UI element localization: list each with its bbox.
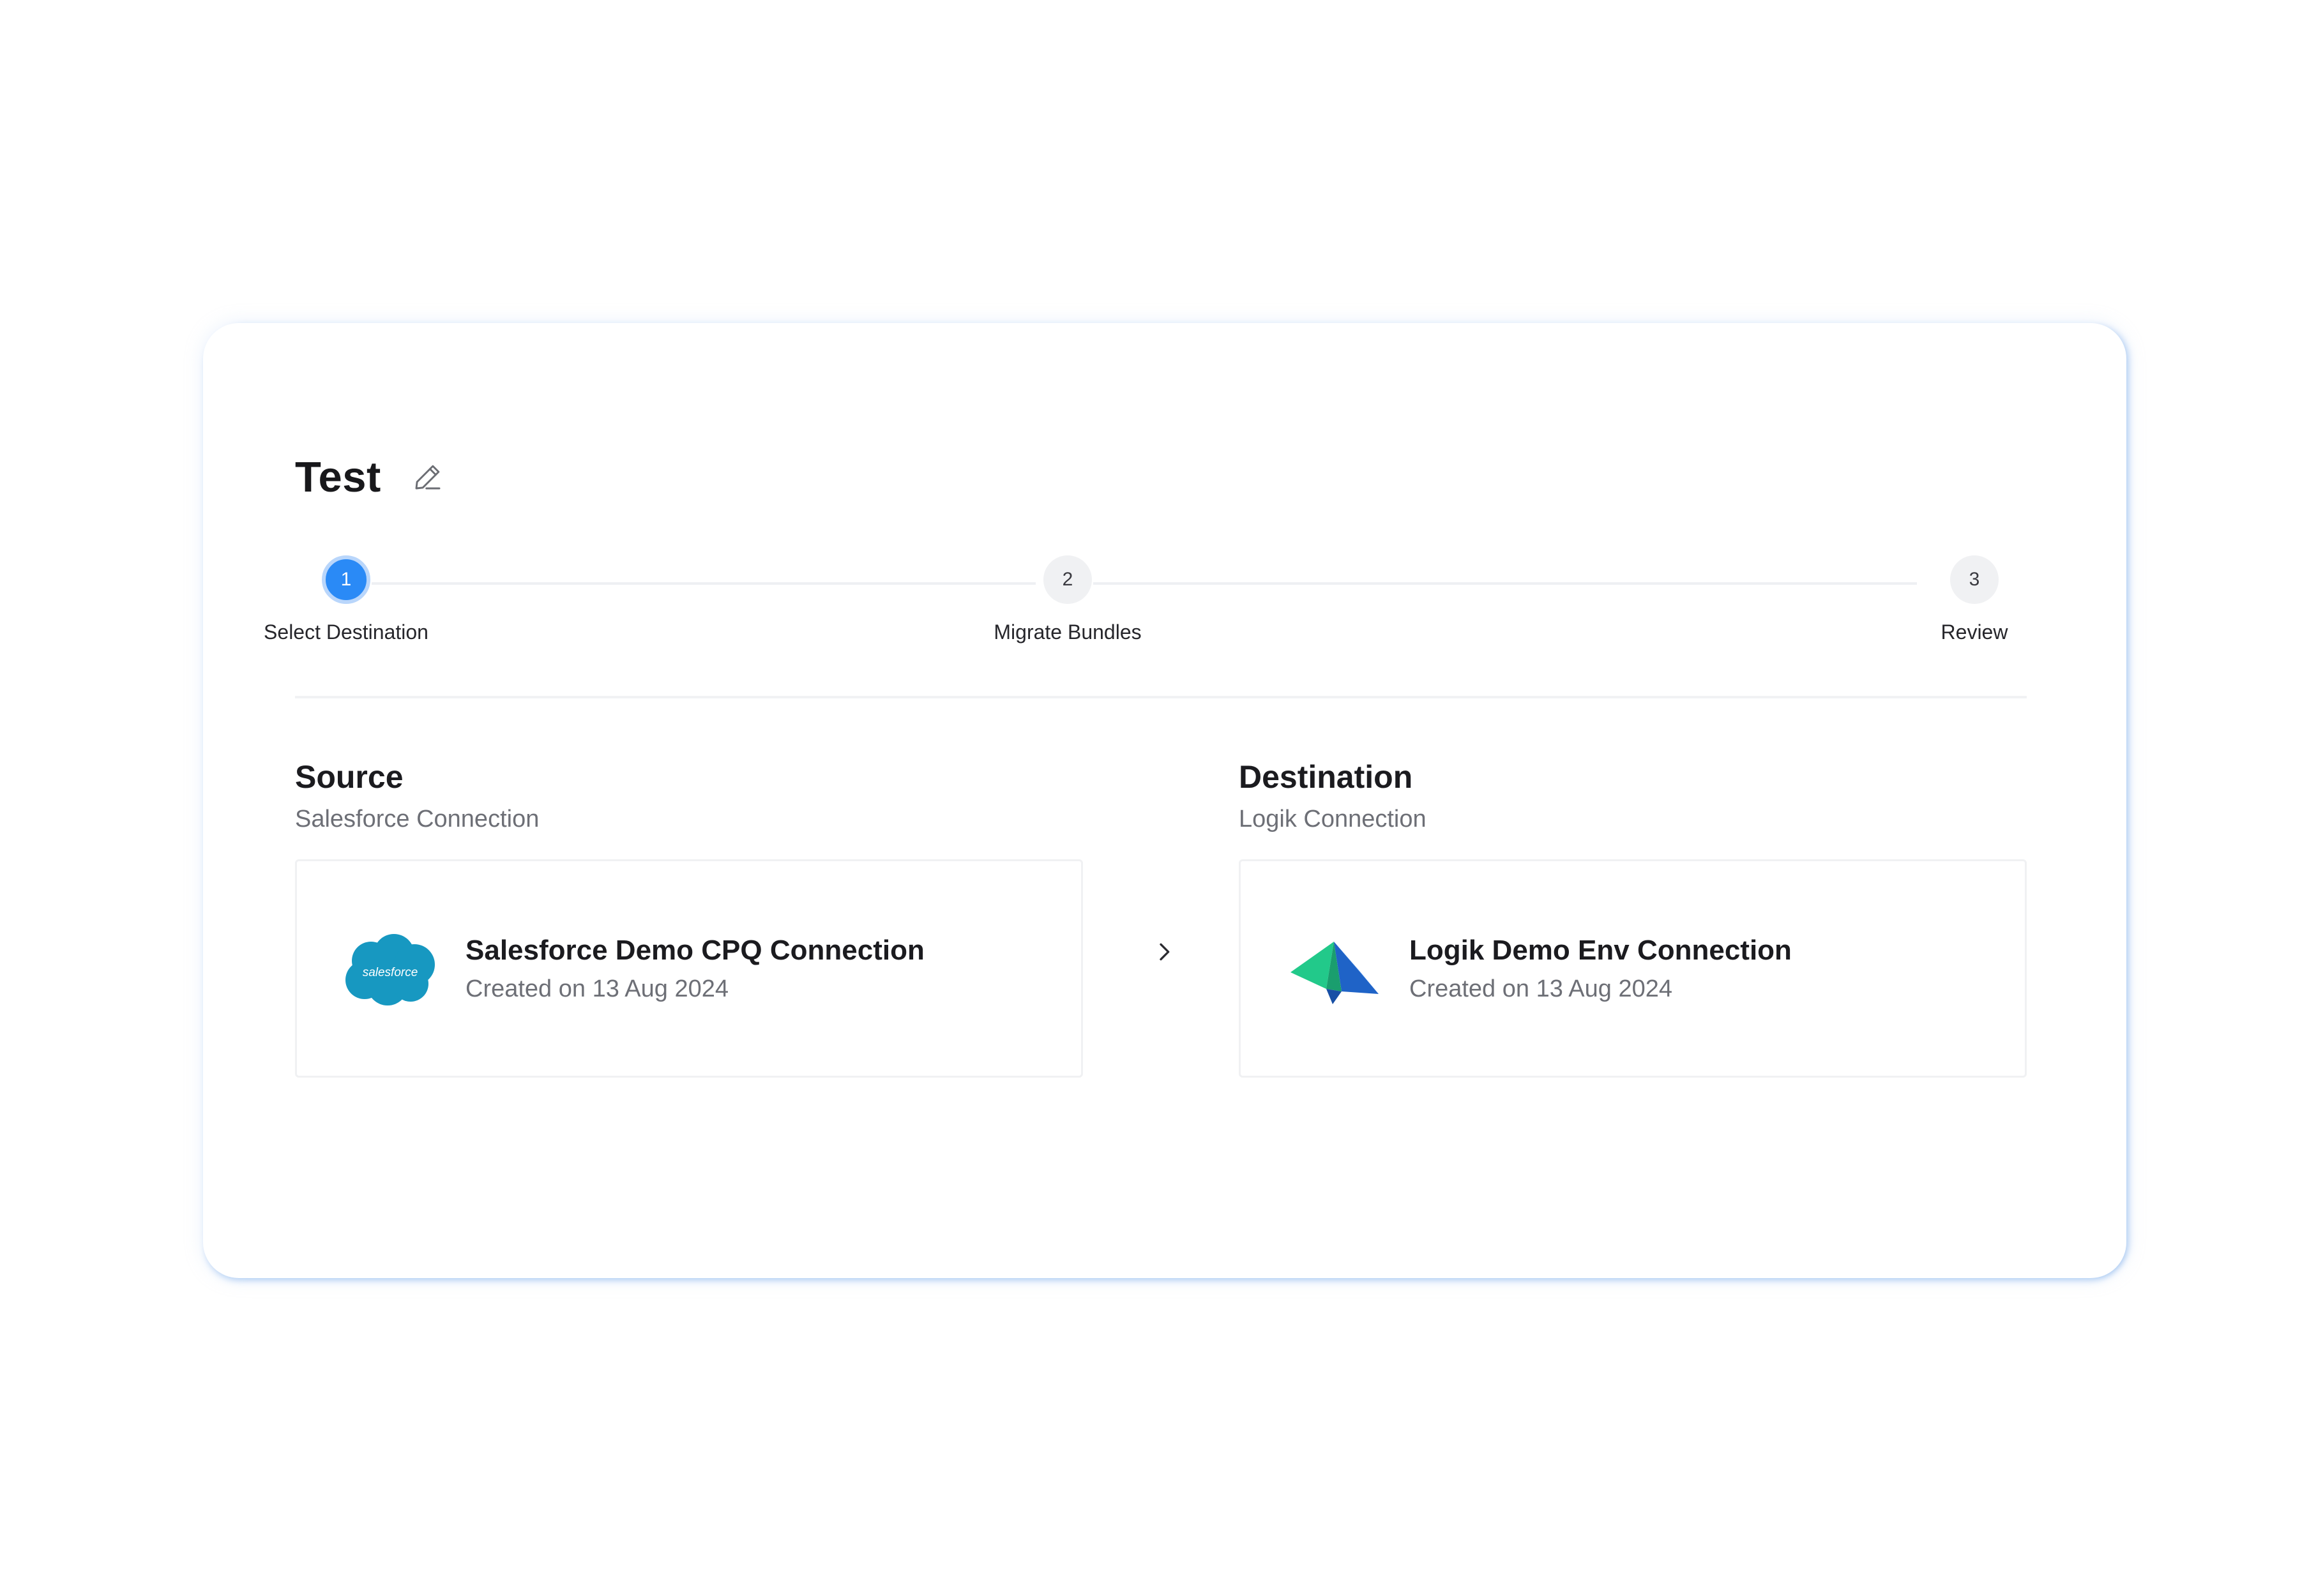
destination-section: Destination Logik Connection Logik Demo … [1239, 757, 2027, 1078]
step-label: Select Destination [264, 621, 428, 644]
destination-connection-card[interactable]: Logik Demo Env Connection Created on 13 … [1239, 859, 2027, 1078]
step-number: 3 [1950, 555, 1999, 604]
step-number: 2 [1043, 555, 1092, 604]
logik-logo-icon [1283, 933, 1385, 1008]
salesforce-logo-icon: salesforce [339, 933, 441, 1008]
source-section: Source Salesforce Connection salesforce [295, 757, 1083, 1078]
step-connector-2 [1093, 582, 1917, 585]
step-select-destination[interactable]: 1 Select Destination [264, 555, 428, 644]
edit-title-button[interactable] [409, 458, 446, 495]
step-migrate-bundles[interactable]: 2 Migrate Bundles [994, 555, 1142, 644]
destination-connection-text: Logik Demo Env Connection Created on 13 … [1409, 933, 1792, 1004]
source-connection-date: Created on 13 Aug 2024 [465, 975, 729, 1002]
step-label: Review [1941, 621, 2008, 644]
page-title: Test [295, 453, 381, 501]
source-connection-card[interactable]: salesforce Salesforce Demo CPQ Connectio… [295, 859, 1083, 1078]
title-row: Test [295, 448, 446, 506]
step-number: 1 [322, 555, 370, 604]
destination-title: Destination [1239, 759, 1413, 795]
source-title: Source [295, 759, 404, 795]
stepper: 1 Select Destination 2 Migrate Bundles 3… [264, 555, 2027, 644]
step-connector-1 [372, 582, 1036, 585]
divider [295, 696, 2027, 698]
chevron-right-icon [1148, 936, 1180, 968]
step-review[interactable]: 3 Review [1923, 555, 2025, 644]
source-connection-name: Salesforce Demo CPQ Connection [465, 935, 925, 966]
migration-wizard-card: Test 1 Select Destination 2 Migrate Bund… [203, 323, 2126, 1278]
step-label: Migrate Bundles [994, 621, 1142, 644]
destination-subtitle: Logik Connection [1239, 806, 1427, 832]
pencil-icon [415, 465, 441, 490]
source-connection-text: Salesforce Demo CPQ Connection Created o… [465, 933, 925, 1004]
salesforce-logo-text: salesforce [363, 966, 418, 979]
source-subtitle: Salesforce Connection [295, 806, 540, 832]
destination-connection-name: Logik Demo Env Connection [1409, 935, 1792, 966]
destination-connection-date: Created on 13 Aug 2024 [1409, 975, 1673, 1002]
